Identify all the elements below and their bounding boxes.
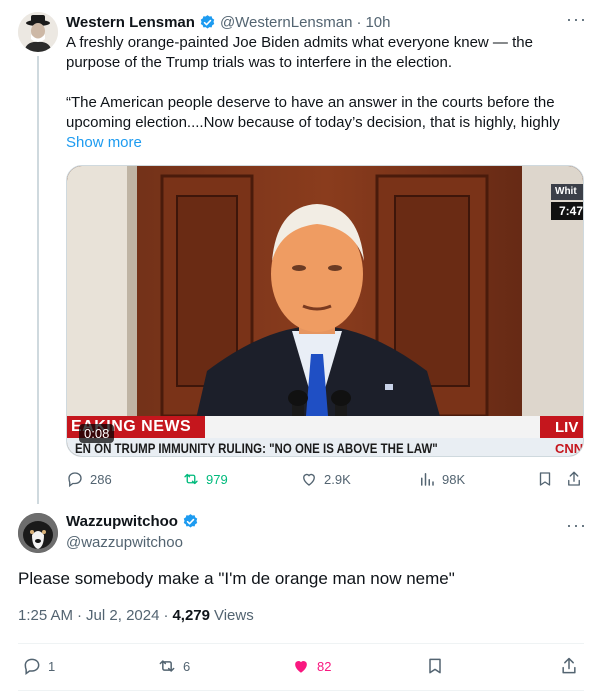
reply-count: 1 xyxy=(48,658,56,674)
tweet-header: Wazzupwitchoo xyxy=(66,513,199,530)
repost-count: 979 xyxy=(206,471,228,487)
bookmark-icon xyxy=(539,472,551,486)
chyron-ticker: EN ON TRUMP IMMUNITY RULING: "NO ONE IS … xyxy=(75,440,438,456)
corner-location-label: Whit xyxy=(555,186,577,197)
display-name[interactable]: Wazzupwitchoo xyxy=(66,513,178,530)
heart-icon xyxy=(303,473,315,486)
bookmark-action[interactable] xyxy=(425,656,445,676)
avatar[interactable] xyxy=(18,12,58,52)
divider xyxy=(18,643,584,644)
handle[interactable]: @wazzupwitchoo xyxy=(66,534,183,551)
reply-action[interactable]: 286 xyxy=(66,470,112,488)
repost-action[interactable]: 6 xyxy=(157,656,190,676)
live-label: LIV xyxy=(555,419,579,436)
repost-count: 6 xyxy=(183,658,191,674)
views-label: Views xyxy=(213,607,254,624)
separator-dot: · xyxy=(163,607,169,624)
like-count: 2.9K xyxy=(324,471,351,487)
tweet-quote-line: “The American people deserve to have an … xyxy=(66,94,555,111)
reply-action[interactable]: 1 xyxy=(22,656,55,676)
more-options-icon[interactable]: ··· xyxy=(566,10,587,28)
heart-filled-icon xyxy=(295,661,307,673)
verified-badge-icon xyxy=(200,14,215,29)
video-player[interactable]: EAKING NEWS LIV EN ON TRUMP IMMUNITY RUL… xyxy=(66,165,584,457)
tweet-date[interactable]: Jul 2, 2024 xyxy=(86,607,159,624)
tweet-text-line: A freshly orange-painted Joe Biden admit… xyxy=(66,34,533,51)
tweet-quote-line: upcoming election....Now because of toda… xyxy=(66,114,560,131)
bookmark-action[interactable] xyxy=(536,470,554,488)
tweet-text: A freshly orange-painted Joe Biden admit… xyxy=(66,33,586,153)
tweet-meta: 1:25 AM · Jul 2, 2024 · 4,279 Views xyxy=(18,607,254,624)
display-name[interactable]: Western Lensman xyxy=(66,14,195,31)
network-logo: CNN xyxy=(555,441,584,456)
tweet-text: Please somebody make a "I'm de orange ma… xyxy=(18,569,455,588)
reply-icon xyxy=(24,658,40,675)
handle[interactable]: @WesternLensman xyxy=(220,14,353,31)
like-count: 82 xyxy=(317,658,332,674)
avatar-dog-image-icon xyxy=(18,513,58,553)
bookmark-icon xyxy=(429,658,441,674)
corner-clock: 7:47 xyxy=(559,204,584,218)
separator-dot: · xyxy=(356,13,362,31)
video-frame-image xyxy=(67,166,583,456)
avatar[interactable] xyxy=(18,513,58,553)
repost-action[interactable]: 979 xyxy=(182,470,228,488)
repost-icon xyxy=(159,660,175,672)
verified-badge-icon xyxy=(183,514,198,528)
reply-icon xyxy=(68,472,82,488)
views-count: 4,279 xyxy=(172,607,210,624)
views-count: 98K xyxy=(442,471,466,487)
more-options-icon[interactable]: ··· xyxy=(566,516,587,534)
like-action[interactable]: 2.9K xyxy=(300,470,351,488)
tweet-text-line: purpose of the Trump trials was to inter… xyxy=(66,54,453,71)
show-more-link[interactable]: Show more xyxy=(66,133,586,153)
share-action[interactable] xyxy=(559,656,579,676)
like-action[interactable]: 82 xyxy=(291,656,331,676)
tweet-header: Western Lensman @WesternLensman · 10h xyxy=(66,12,390,32)
views-icon xyxy=(421,473,434,486)
share-icon xyxy=(568,471,580,486)
timestamp[interactable]: 10h xyxy=(365,14,390,31)
separator-dot: · xyxy=(77,607,83,624)
tweet-reply[interactable]: Wazzupwitchoo @wazzupwitchoo ··· Please … xyxy=(0,500,600,694)
video-duration-badge: 0:08 xyxy=(79,424,115,443)
tweet-time[interactable]: 1:25 AM xyxy=(18,607,73,624)
repost-icon xyxy=(184,473,198,485)
tweet-original[interactable]: Western Lensman @WesternLensman · 10h ··… xyxy=(0,0,600,500)
avatar-image-icon xyxy=(18,12,58,52)
divider xyxy=(18,690,584,691)
share-action[interactable] xyxy=(565,470,583,488)
share-icon xyxy=(562,657,576,674)
views-action[interactable]: 98K xyxy=(418,470,465,488)
reply-count: 286 xyxy=(90,471,112,487)
